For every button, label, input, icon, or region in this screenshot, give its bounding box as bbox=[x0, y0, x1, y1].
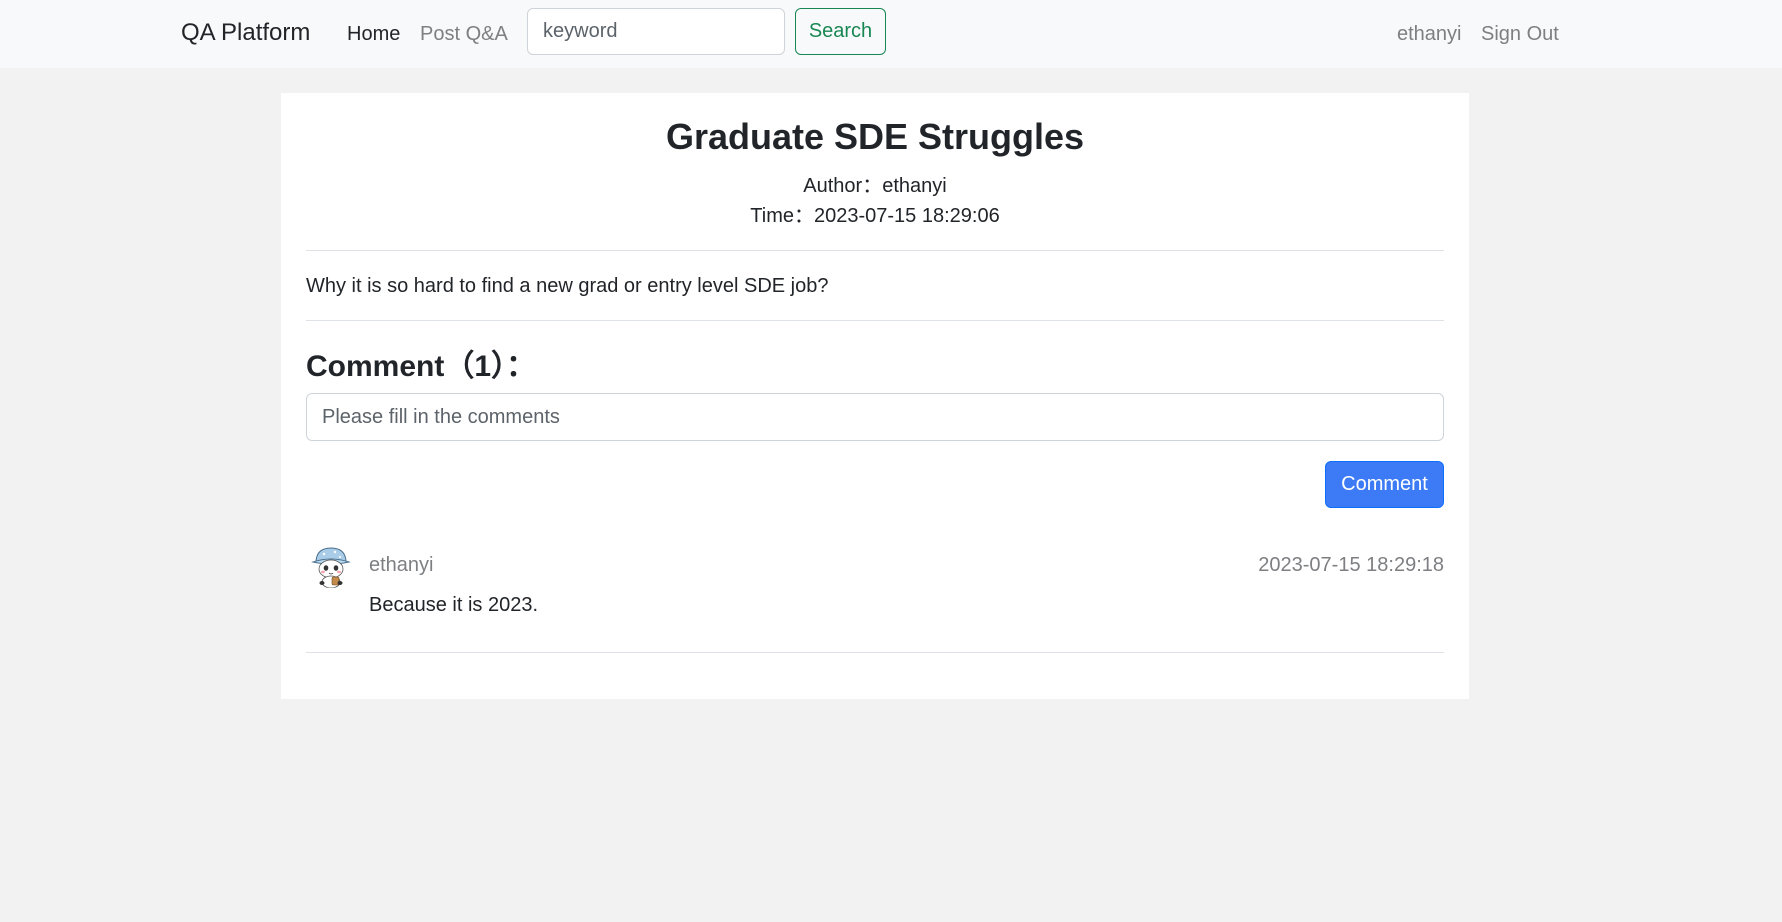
submit-comment-button[interactable]: Comment bbox=[1325, 461, 1444, 508]
top-navbar: QA Platform Home Post Q&A Search ethanyi… bbox=[0, 0, 1782, 68]
search-input[interactable] bbox=[527, 8, 785, 55]
comment-timestamp: 2023-07-15 18:29:18 bbox=[1258, 554, 1444, 576]
nav-username-link[interactable]: ethanyi bbox=[1397, 19, 1462, 49]
nav-home-link[interactable]: Home bbox=[347, 19, 400, 49]
nav-post-qa-link[interactable]: Post Q&A bbox=[420, 19, 508, 49]
comment-username: ethanyi bbox=[369, 554, 434, 576]
search-button[interactable]: Search bbox=[795, 8, 886, 55]
divider bbox=[306, 250, 1444, 251]
comment-text: Because it is 2023. bbox=[369, 594, 538, 616]
brand-logo-link[interactable]: QA Platform bbox=[181, 16, 310, 50]
question-title: Graduate SDE Struggles bbox=[665, 116, 1085, 157]
question-time: Time：2023-07-15 18:29:06 bbox=[750, 205, 1000, 227]
question-author: Author：ethanyi bbox=[803, 175, 947, 197]
comment-input[interactable] bbox=[306, 393, 1444, 441]
panda-avatar-icon bbox=[308, 542, 354, 588]
sign-out-link[interactable]: Sign Out bbox=[1481, 19, 1559, 49]
question-detail-card: Graduate SDE Struggles Author：ethanyi Ti… bbox=[281, 93, 1469, 699]
comments-heading: Comment（1）： bbox=[306, 350, 537, 383]
divider bbox=[306, 652, 1444, 653]
question-body: Why it is so hard to find a new grad or … bbox=[306, 275, 829, 297]
divider bbox=[306, 320, 1444, 321]
